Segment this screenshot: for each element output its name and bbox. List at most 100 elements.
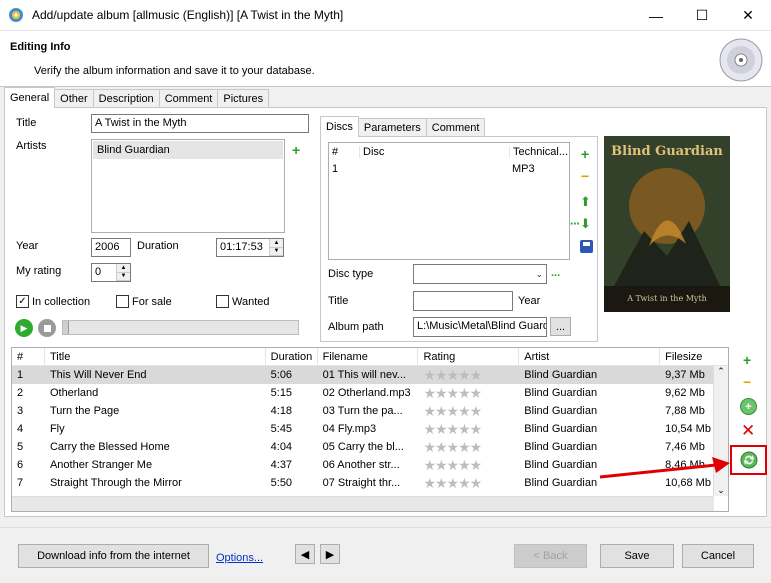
add-track-icon[interactable]: + [743,352,751,368]
track-artist: Blind Guardian [524,387,598,399]
scroll-down-icon[interactable]: ⌄ [714,485,728,496]
refresh-highlight-box[interactable] [730,445,767,475]
checkbox-empty-icon[interactable] [116,295,129,308]
disc-type-more-button[interactable]: ... [551,267,560,279]
track-row[interactable]: 1 This Will Never End 5:06 01 This will nev… [12,366,728,384]
save-disc-icon[interactable] [580,240,593,253]
track-rating-stars[interactable]: ★★★★★ [418,384,519,402]
disc-title-label: Title [328,295,349,307]
add-circle-icon[interactable]: + [740,398,757,415]
disc-technical: MP3 [512,163,535,175]
disc-row[interactable]: 1 MP3 [329,161,569,177]
chevron-down-icon[interactable]: ⌄ [535,269,543,280]
track-rating-stars[interactable]: ★★★★★ [418,420,519,438]
artists-list[interactable]: Blind Guardian [91,139,285,233]
col-header-rating[interactable]: Rating [418,348,520,365]
red-arrow-annotation [599,457,730,479]
col-header-technical[interactable]: Technical... [509,146,569,158]
track-duration: 4:18 [270,405,293,417]
track-row[interactable]: 5 Carry the Blessed Home 4:04 05 Carry the … [12,438,728,456]
tab-parameters[interactable]: Parameters [357,118,427,137]
col-header-artist[interactable]: Artist [519,348,661,365]
tab-description[interactable]: Description [92,89,160,108]
prev-album-button[interactable]: ◀ [295,544,315,564]
duration-label: Duration [137,240,179,252]
remove-disc-icon[interactable]: − [581,168,589,184]
track-rating-stars[interactable]: ★★★★★ [418,402,519,420]
back-button[interactable]: < Back [514,544,587,568]
play-icon[interactable]: ▶ [15,319,33,337]
disc-type-select[interactable]: ⌄ [413,264,547,284]
save-button[interactable]: Save [600,544,674,568]
spin-down-icon[interactable]: ▼ [270,247,283,256]
track-title: Carry the Blessed Home [49,441,170,453]
delete-icon[interactable]: ✕ [741,421,755,441]
tab-other[interactable]: Other [54,89,94,108]
duration-spinner[interactable]: ▲ ▼ [269,239,283,256]
tab-pictures[interactable]: Pictures [217,89,270,108]
tab-disc-comment[interactable]: Comment [425,118,486,137]
playback-progress-bar[interactable] [62,320,299,335]
col-header-title[interactable]: Title [45,348,266,365]
year-input[interactable]: 2006 [91,238,131,257]
move-up-icon[interactable]: ⬆ [580,194,591,210]
artist-item[interactable]: Blind Guardian [93,141,283,159]
stop-icon[interactable] [38,319,56,337]
scroll-up-icon[interactable]: ⌃ [714,366,728,377]
track-duration: 4:37 [270,459,293,471]
options-link[interactable]: Options... [216,552,263,564]
col-header-filename[interactable]: Filename [318,348,419,365]
spin-up-icon[interactable]: ▲ [270,239,283,248]
track-title: Straight Through the Mirror [49,477,182,489]
track-duration: 5:50 [270,477,293,489]
checkbox-empty-icon[interactable] [216,295,229,308]
track-row[interactable]: 2 Otherland 5:15 02 Otherland.mp3 ★★★★★ Blind… [12,384,728,402]
tab-discs[interactable]: Discs [320,116,359,137]
next-album-button[interactable]: ▶ [320,544,340,564]
progress-thumb[interactable] [63,321,69,334]
track-row[interactable]: 4 Fly 5:45 04 Fly.mp3 ★★★★★ Blind Guardian 10,… [12,420,728,438]
album-cover[interactable]: Blind Guardian A Twist in the Myth [604,136,730,312]
col-header-duration[interactable]: Duration [266,348,318,365]
for-sale-checkbox[interactable]: For sale [116,295,172,308]
wanted-checkbox[interactable]: Wanted [216,295,270,308]
rating-input[interactable]: 0 ▲ ▼ [91,263,131,282]
remove-track-icon[interactable]: − [743,374,751,390]
track-row[interactable]: 3 Turn the Page 4:18 03 Turn the pa... ★★★★★… [12,402,728,420]
cancel-button[interactable]: Cancel [682,544,754,568]
col-header-filesize[interactable]: Filesize [660,348,728,365]
download-info-button[interactable]: Download info from the internet [18,544,209,568]
track-rating-stars[interactable]: ★★★★★ [418,438,519,456]
minimize-button[interactable]: — [633,0,679,31]
disc-title-input[interactable] [413,291,513,311]
checkbox-checked-icon[interactable]: ✓ [16,295,29,308]
add-disc-icon[interactable]: + [581,146,589,162]
tab-general[interactable]: General [4,87,56,108]
track-title: This Will Never End [49,369,147,381]
track-rating-stars[interactable]: ★★★★★ [418,456,519,474]
tracks-table[interactable]: # Title Duration Filename Rating Artist … [11,347,729,512]
spin-down-icon[interactable]: ▼ [117,272,130,281]
duration-input[interactable]: 01:17:53 ▲ ▼ [216,238,284,257]
title-label: Title [16,117,37,129]
close-button[interactable]: ✕ [725,0,771,31]
track-num: 3 [17,405,24,417]
horizontal-scrollbar[interactable] [12,496,714,511]
col-header-disc[interactable]: Disc [359,146,509,158]
col-header-num[interactable]: # [329,146,359,158]
tab-comment[interactable]: Comment [158,89,219,108]
title-input[interactable]: A Twist in the Myth [91,114,309,133]
refresh-icon[interactable] [739,450,759,470]
track-rating-stars[interactable]: ★★★★★ [418,366,519,384]
maximize-button[interactable]: ☐ [679,0,725,31]
album-path-input[interactable]: L:\Music\Metal\Blind Guardi [413,317,547,337]
add-artist-icon[interactable]: + [292,142,300,158]
move-down-icon[interactable]: ⬇ [580,216,591,232]
discs-grid[interactable]: # Disc Technical... 1 MP3 [328,142,570,260]
rating-spinner[interactable]: ▲ ▼ [116,264,130,281]
spin-up-icon[interactable]: ▲ [117,264,130,273]
in-collection-checkbox[interactable]: ✓ In collection [16,295,90,308]
col-header-num[interactable]: # [12,348,45,365]
browse-path-button[interactable]: ... [550,317,571,336]
track-rating-stars[interactable]: ★★★★★ [418,474,519,492]
